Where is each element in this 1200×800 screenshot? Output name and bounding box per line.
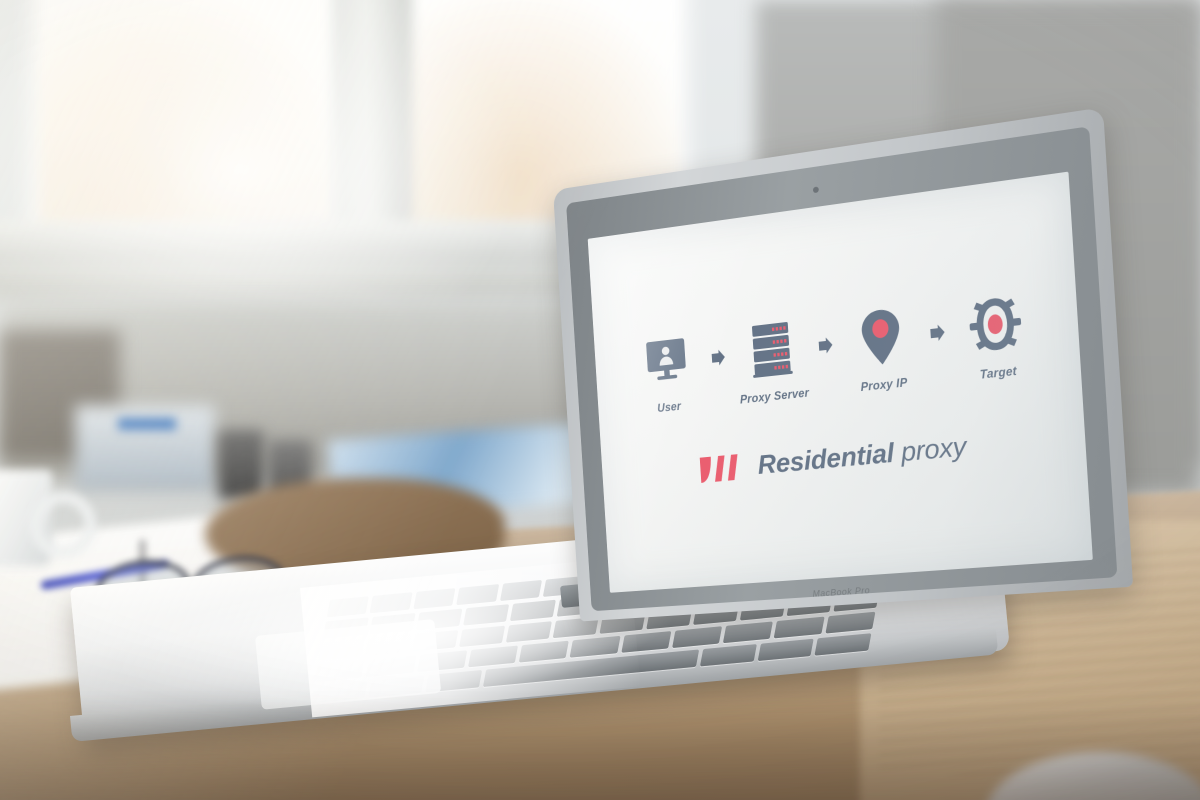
arrow-right-icon: [817, 335, 834, 355]
flow-step-label: Proxy Server: [740, 387, 810, 406]
key: [825, 612, 875, 634]
monitor-user-icon: [642, 330, 691, 391]
brand-name-light: proxy: [900, 430, 967, 466]
arrow-right-icon: [929, 322, 946, 342]
map-pin-icon: [859, 305, 904, 368]
brand-lockup: Residential proxy: [698, 430, 967, 485]
laptop: MacBook Pro User Proxy Server Proxy IP T…: [0, 0, 1200, 800]
key: [700, 644, 757, 666]
flow-step-label: Proxy IP: [860, 377, 908, 394]
flow-step-label: User: [657, 400, 682, 414]
flow-step-label: Target: [980, 365, 1018, 381]
lid-bezel: MacBook Pro User Proxy Server Proxy IP T…: [566, 126, 1117, 611]
brand-name: Residential proxy: [757, 430, 967, 480]
laptop-lid: MacBook Pro User Proxy Server Proxy IP T…: [553, 107, 1133, 621]
proxy-flow-diagram: User Proxy Server Proxy IP Target: [630, 289, 1039, 417]
server-rack-icon: [747, 318, 796, 380]
target-crosshair-icon: [965, 290, 1026, 356]
triple-stripe-logo-icon: [698, 451, 748, 485]
screen-content: User Proxy Server Proxy IP Target Reside…: [588, 172, 1093, 593]
key: [672, 626, 722, 648]
photo-scene: MacBook Pro User Proxy Server Proxy IP T…: [0, 0, 1200, 800]
key: [757, 639, 814, 661]
arrow-right-icon: [710, 348, 726, 367]
key: [774, 617, 824, 639]
webcam-dot-icon: [813, 186, 819, 193]
laptop-screen[interactable]: User Proxy Server Proxy IP Target Reside…: [588, 172, 1093, 593]
flow-step-user: User: [630, 329, 705, 417]
key: [723, 621, 773, 643]
brand-name-bold: Residential: [757, 437, 895, 479]
flow-step-proxy-server: Proxy Server: [733, 316, 812, 406]
flow-step-proxy-ip: Proxy IP: [841, 303, 923, 395]
key: [815, 633, 872, 655]
flow-step-target: Target: [954, 289, 1039, 383]
desk-front-shadow: [0, 700, 1200, 800]
